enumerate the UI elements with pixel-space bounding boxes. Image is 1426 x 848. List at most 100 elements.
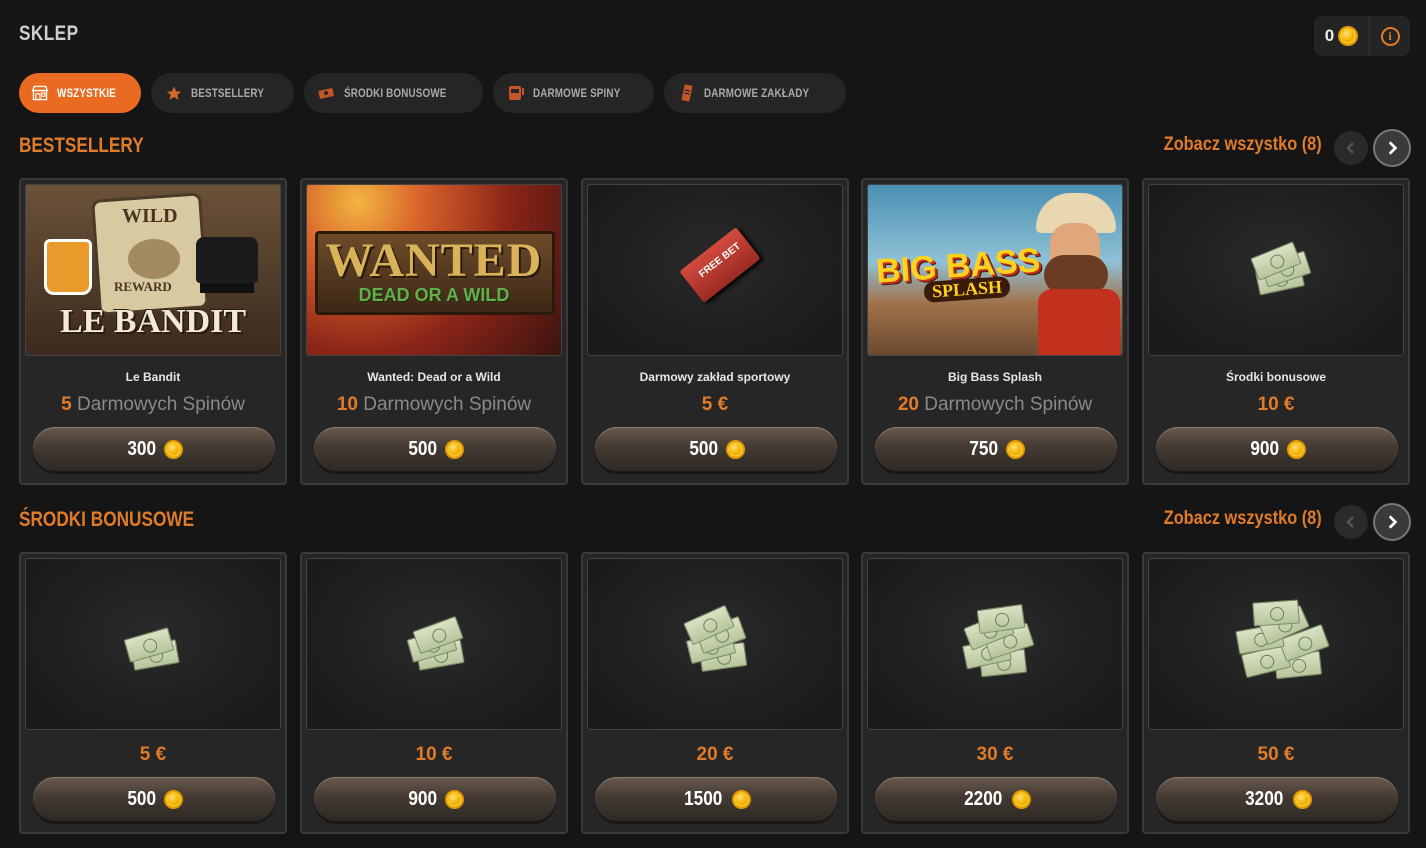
- tab-label: DARMOWE ZAKŁADY: [703, 86, 809, 100]
- spin-count: 10: [336, 394, 358, 415]
- product-name: Środki bonusowe: [1225, 370, 1326, 384]
- product-name: Darmowy zakład sportowy: [639, 370, 791, 384]
- product-value: 10 €: [415, 744, 453, 765]
- cash-stack-icon: [1249, 241, 1319, 303]
- buy-button[interactable]: 500: [314, 427, 556, 471]
- price-label: 500: [689, 437, 718, 460]
- cash-stack-icon: [1225, 599, 1335, 689]
- buy-button[interactable]: 500: [33, 777, 275, 821]
- free-bet-ticket: FREE BET: [587, 184, 843, 356]
- chevron-left-icon: [1346, 142, 1354, 154]
- price-label: 500: [408, 437, 437, 460]
- coin-icon: [1338, 26, 1359, 46]
- balance-widget[interactable]: 0 i: [1314, 16, 1410, 56]
- buy-button[interactable]: 300: [33, 427, 275, 471]
- art-text: WILD: [122, 205, 178, 227]
- section-title-bonus-funds: ŚRODKI BONUSOWE: [19, 508, 195, 531]
- tab-label: WSZYSTKIE: [57, 86, 116, 100]
- product-card[interactable]: 50 € 3200: [1142, 552, 1410, 834]
- star-icon: [165, 85, 183, 101]
- product-card[interactable]: 10 € 900: [300, 552, 568, 834]
- product-value: 20 €: [696, 744, 734, 765]
- see-all-bonus-funds-link[interactable]: Zobacz wszystko (8): [1164, 508, 1322, 530]
- tab-free-spins[interactable]: DARMOWE SPINY: [492, 73, 654, 113]
- product-card[interactable]: FREE BET Darmowy zakład sportowy 5 € 500: [581, 178, 849, 485]
- product-value: 5 Darmowych Spinów: [21, 394, 285, 416]
- art-text: WANTED: [325, 234, 543, 287]
- spin-unit: Darmowych Spinów: [924, 394, 1093, 415]
- product-card[interactable]: WANTED DEAD OR A WILD Wanted: Dead or a …: [300, 178, 568, 485]
- info-icon[interactable]: i: [1380, 26, 1400, 46]
- product-card[interactable]: BIG BASS SPLASH Big Bass Splash 20 Darmo…: [861, 178, 1129, 485]
- price-label: 300: [127, 437, 156, 460]
- shop-icon: [31, 85, 49, 101]
- buy-button[interactable]: 900: [314, 777, 556, 821]
- price-label: 900: [1250, 437, 1279, 460]
- money-icon: [318, 85, 336, 101]
- buy-button[interactable]: 2200: [875, 777, 1117, 821]
- chevron-right-icon: [1388, 515, 1398, 529]
- buy-button[interactable]: 750: [875, 427, 1117, 471]
- carousel-prev-button[interactable]: [1334, 505, 1368, 539]
- le-bandit-art: WILD REWARD LE BANDIT: [25, 184, 281, 356]
- ticket-icon: [678, 84, 696, 102]
- coin-balance: 0: [1314, 16, 1370, 56]
- tab-bonus-funds[interactable]: ŚRODKI BONUSOWE: [303, 73, 483, 113]
- tab-all[interactable]: WSZYSTKIE: [19, 73, 141, 113]
- cash-stack-icon: [956, 599, 1046, 689]
- product-value: 20 Darmowych Spinów: [863, 394, 1127, 416]
- product-card[interactable]: 30 € 2200: [861, 552, 1129, 834]
- tab-free-bets[interactable]: DARMOWE ZAKŁADY: [663, 73, 846, 113]
- product-name: Le Bandit: [125, 370, 181, 384]
- spin-count: 20: [897, 394, 919, 415]
- carousel-prev-button[interactable]: [1334, 131, 1368, 165]
- cash-stack-icon: [403, 613, 473, 677]
- buy-button[interactable]: 500: [595, 427, 837, 471]
- art-text: LE BANDIT: [59, 303, 247, 340]
- product-value: 5 €: [701, 394, 729, 415]
- coin-icon: [164, 789, 184, 809]
- product-card[interactable]: Środki bonusowe 10 € 900: [1142, 178, 1410, 485]
- product-name: Big Bass Splash: [947, 370, 1043, 384]
- coin-icon: [1292, 789, 1312, 809]
- coin-icon: [726, 439, 746, 459]
- tab-label: BESTSELLERY: [190, 86, 264, 100]
- product-card[interactable]: 5 € 500: [19, 552, 287, 834]
- cash-stack-icon: [122, 621, 192, 671]
- cash-stack: [867, 558, 1123, 730]
- art-text: DEAD OR A WILD: [358, 285, 510, 305]
- price-label: 750: [969, 437, 998, 460]
- price-label: 3200: [1245, 787, 1284, 810]
- carousel-next-button[interactable]: [1373, 503, 1411, 541]
- product-value: 5 €: [139, 744, 167, 765]
- buy-button[interactable]: 3200: [1156, 777, 1398, 821]
- buy-button[interactable]: 1500: [595, 777, 837, 821]
- tab-bestsellers[interactable]: BESTSELLERY: [150, 73, 294, 113]
- art-text: SPLASH: [923, 276, 1011, 303]
- page-title: SKLEP: [19, 22, 79, 45]
- cash-stack: [1148, 558, 1404, 730]
- coin-icon: [445, 439, 465, 459]
- big-bass-art: BIG BASS SPLASH: [867, 184, 1123, 356]
- info-button[interactable]: i: [1370, 16, 1410, 56]
- product-card[interactable]: WILD REWARD LE BANDIT Le Bandit 5 Darmow…: [19, 178, 287, 485]
- top-bar: SKLEP 0 i: [0, 0, 1426, 70]
- product-value: 30 €: [976, 744, 1014, 765]
- cash-stack: [25, 558, 281, 730]
- price-label: 1500: [684, 787, 723, 810]
- price-label: 2200: [964, 787, 1003, 810]
- product-card[interactable]: 20 € 1500: [581, 552, 849, 834]
- price-label: 500: [127, 787, 156, 810]
- cash-stack-icon: [680, 604, 760, 683]
- spin-unit: Darmowych Spinów: [363, 394, 532, 415]
- tab-label: DARMOWE SPINY: [532, 86, 621, 100]
- category-tabs: WSZYSTKIE BESTSELLERY ŚRODKI BONUSOWE DA…: [19, 73, 846, 113]
- buy-button[interactable]: 900: [1156, 427, 1398, 471]
- coin-icon: [731, 789, 751, 809]
- slot-machine-icon: [507, 85, 525, 101]
- coin-icon: [1287, 439, 1307, 459]
- see-all-bestsellers-link[interactable]: Zobacz wszystko (8): [1164, 134, 1322, 156]
- product-name: Wanted: Dead or a Wild: [367, 370, 501, 384]
- chevron-right-icon: [1388, 141, 1398, 155]
- carousel-next-button[interactable]: [1373, 129, 1411, 167]
